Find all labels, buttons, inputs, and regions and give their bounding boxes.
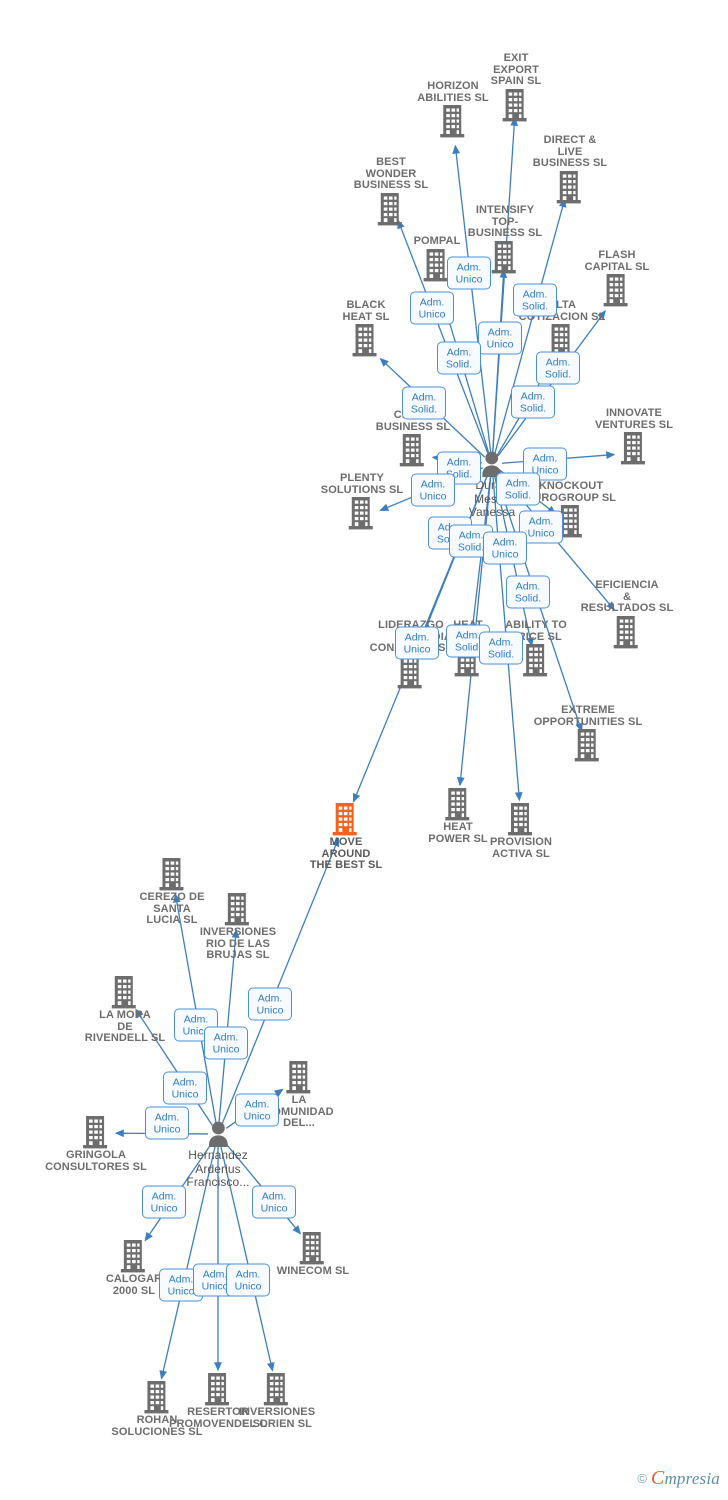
company-label: CEREZO DE SANTA LUCIA SL [139, 891, 205, 926]
role-badge[interactable]: Adm. Unico [483, 531, 527, 565]
person-node[interactable]: Hernandez Arderius Francisco... [186, 1120, 250, 1190]
company-label: INTENSIFY TOP- BUSINESS SL [467, 204, 543, 239]
role-badge[interactable]: Adm. Unico [410, 291, 454, 325]
company-node[interactable]: BEST WONDER BUSINESS SL [354, 156, 428, 226]
role-badge[interactable]: Adm. Unico [411, 473, 455, 507]
building-icon [85, 975, 165, 1009]
company-node[interactable]: BLACK HEAT SL [343, 299, 390, 357]
company-node[interactable]: HORIZON ABILITIES SL [417, 80, 489, 138]
role-badge[interactable]: Adm. Solid. [506, 575, 550, 609]
company-label: INVERSIONES EL ORIEN SL [238, 1406, 316, 1430]
building-icon [321, 496, 403, 530]
building-icon [595, 431, 673, 465]
building-icon [491, 88, 542, 122]
company-node[interactable]: EXIT EXPORT SPAIN SL [491, 52, 542, 122]
company-node[interactable]: CALOGAR 2000 SL [106, 1239, 162, 1297]
role-badge[interactable]: Adm. Unico [226, 1263, 270, 1297]
company-label: INVERSIONES RIO DE LAS BRUJAS SL [199, 926, 277, 961]
company-label: POMPAL [413, 235, 461, 247]
company-label: EFICIENCIA & RESULTADOS SL [580, 579, 674, 614]
company-label: INNOVATE VENTURES SL [594, 407, 674, 431]
building-icon [239, 1372, 315, 1406]
brand-label: Cmpresia [650, 1467, 720, 1489]
building-icon [581, 615, 674, 649]
role-badge[interactable]: Adm. Unico [145, 1106, 189, 1140]
role-badge[interactable]: Adm. Solid. [536, 351, 580, 385]
company-node[interactable]: CEREZO DE SANTA LUCIA SL [139, 857, 204, 927]
company-label: CALOGAR 2000 SL [105, 1273, 163, 1297]
building-icon [139, 857, 204, 891]
company-node[interactable]: INVERSIONES RIO DE LAS BRUJAS SL [200, 892, 276, 962]
role-badge[interactable]: Adm. Solid. [479, 631, 523, 665]
role-badge[interactable]: Adm. Solid. [437, 341, 481, 375]
company-node[interactable]: EXTREME OPPORTUNITIES SL [534, 704, 643, 762]
building-icon [533, 170, 607, 204]
building-icon [490, 802, 552, 836]
company-label: LA MORA DE RIVENDELL SL [84, 1009, 166, 1044]
company-label: GRINGOLA CONSULTORES SL [45, 1149, 147, 1173]
building-icon [417, 104, 488, 138]
building-icon [200, 892, 276, 926]
company-node[interactable]: INNOVATE VENTURES SL [595, 407, 673, 465]
role-badge[interactable]: Adm. Unico [235, 1093, 279, 1127]
company-node[interactable]: LA MORA DE RIVENDELL SL [85, 975, 165, 1045]
company-label: MOVE AROUND THE BEST SL [309, 836, 383, 871]
role-badge[interactable]: Adm. Solid. [511, 385, 555, 419]
role-badge[interactable]: Adm. Unico [142, 1185, 186, 1219]
company-label: PLENTY SOLUTIONS SL [320, 472, 404, 496]
graph-edge [452, 144, 492, 455]
building-icon [45, 1115, 147, 1149]
company-node[interactable]: PLENTY SOLUTIONS SL [321, 472, 403, 530]
company-node[interactable]: DIRECT & LIVE BUSINESS SL [533, 134, 607, 204]
company-node[interactable]: WINECOM SL [277, 1231, 350, 1278]
role-badge[interactable]: Adm. Unico [248, 987, 292, 1021]
building-icon [343, 323, 390, 357]
company-node[interactable]: PROVISION ACTIVA SL [490, 802, 552, 860]
focus-company-node[interactable]: MOVE AROUND THE BEST SL [310, 802, 383, 872]
company-label: PROVISION ACTIVA SL [489, 836, 553, 860]
role-badge[interactable]: Adm. Unico [204, 1026, 248, 1060]
company-label: WINECOM SL [276, 1265, 350, 1277]
company-label: HORIZON ABILITIES SL [417, 80, 489, 104]
building-icon [106, 1239, 162, 1273]
role-badge[interactable]: Adm. Unico [395, 626, 439, 660]
company-label: HEAT POWER SL [428, 821, 488, 845]
role-badge[interactable]: Adm. Unico [447, 256, 491, 290]
company-node[interactable]: HEAT POWER SL [428, 787, 488, 845]
role-badge[interactable]: Adm. Solid. [513, 283, 557, 317]
building-icon [310, 802, 383, 836]
company-label: DIRECT & LIVE BUSINESS SL [532, 134, 608, 169]
role-badge[interactable]: Adm. Unico [478, 321, 522, 355]
company-label: FLASH CAPITAL SL [584, 249, 650, 273]
company-node[interactable]: EFICIENCIA & RESULTADOS SL [581, 579, 674, 649]
person-label: Hernandez Arderius Francisco... [186, 1148, 250, 1189]
role-badge[interactable]: Adm. Unico [252, 1185, 296, 1219]
company-label: BLACK HEAT SL [342, 299, 390, 323]
empresia-watermark: © Cmpresia [637, 1467, 720, 1490]
role-badge[interactable]: Adm. Unico [163, 1071, 207, 1105]
role-badge[interactable]: Adm. Solid. [402, 386, 446, 420]
building-icon [277, 1231, 350, 1265]
building-icon [428, 787, 487, 821]
building-icon [354, 192, 428, 226]
company-label: EXIT EXPORT SPAIN SL [490, 52, 542, 87]
company-label: BEST WONDER BUSINESS SL [353, 156, 429, 191]
company-node[interactable]: INVERSIONES EL ORIEN SL [239, 1372, 315, 1430]
network-graph-canvas[interactable]: EXIT EXPORT SPAIN SL HORIZON ABILITIES SL… [0, 0, 728, 1500]
copyright-icon: © [637, 1471, 647, 1486]
company-node[interactable]: GRINGOLA CONSULTORES SL [45, 1115, 147, 1173]
role-badge[interactable]: Adm. Solid. [496, 472, 540, 506]
building-icon [534, 728, 643, 762]
building-icon [264, 1060, 333, 1094]
company-label: EXTREME OPPORTUNITIES SL [533, 704, 643, 728]
